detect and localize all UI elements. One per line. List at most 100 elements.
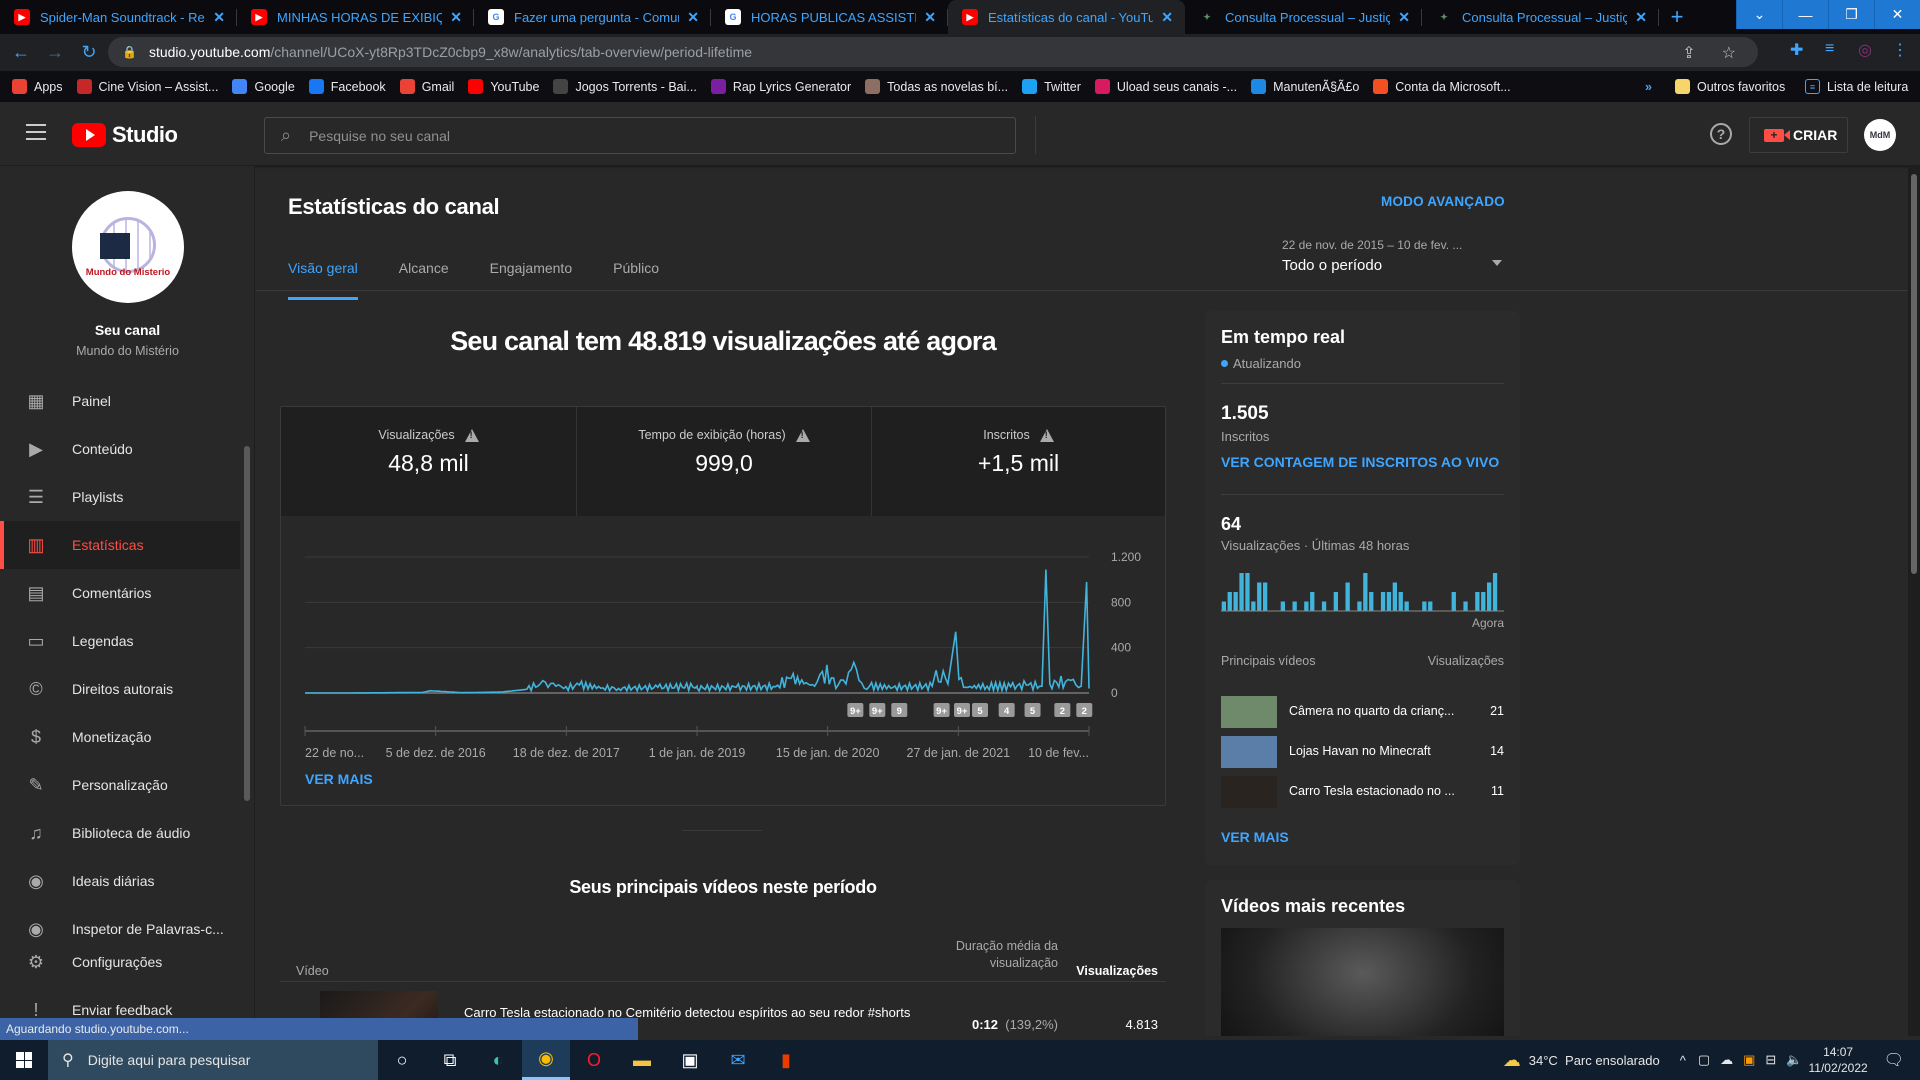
bookmark-item[interactable]: Cine Vision – Assist...: [76, 79, 218, 94]
views-bar[interactable]: [1481, 592, 1486, 611]
annotation-badge[interactable]: 2: [1076, 703, 1093, 717]
views-bar[interactable]: [1451, 592, 1456, 611]
bookmark-item[interactable]: Twitter: [1022, 79, 1081, 94]
views-bar[interactable]: [1386, 592, 1392, 611]
forward-icon[interactable]: →: [42, 40, 68, 66]
metric-views[interactable]: Visualizações 48,8 mil: [281, 407, 576, 516]
realtime-video-item[interactable]: Lojas Havan no Minecraft 14: [1221, 736, 1504, 768]
extensions-icon[interactable]: ✚: [1790, 40, 1803, 60]
views-bar[interactable]: [1221, 601, 1226, 612]
update-icon[interactable]: ▣: [1743, 1052, 1755, 1068]
bookmark-item[interactable]: Rap Lyrics Generator: [710, 79, 851, 94]
tab-alcance[interactable]: Alcance: [399, 260, 449, 300]
warning-icon[interactable]: [795, 428, 810, 442]
browser-tab[interactable]: ✦ Consulta Processual – Justiça Fe ✕: [1422, 0, 1659, 34]
close-tab-icon[interactable]: ✕: [924, 9, 936, 26]
close-tab-icon[interactable]: ✕: [687, 9, 699, 26]
search-input[interactable]: [309, 127, 960, 144]
clock[interactable]: 14:07 11/02/2022: [1809, 1044, 1868, 1076]
views-bar[interactable]: [1280, 601, 1285, 612]
browser-tab[interactable]: ▶ MINHAS HORAS DE EXIBIÇAO P ✕: [237, 0, 474, 34]
reload-icon[interactable]: ↻: [76, 40, 102, 66]
tab-visão-geral[interactable]: Visão geral: [288, 260, 358, 300]
views-bar[interactable]: [1487, 582, 1492, 612]
views-bar[interactable]: [1245, 573, 1250, 611]
video-title[interactable]: Câmera no quarto da crianç...: [1289, 704, 1464, 718]
metric-watch-time[interactable]: Tempo de exibição (horas) 999,0: [576, 407, 871, 516]
bookmark-star-icon[interactable]: ☆: [1722, 43, 1736, 63]
bookmark-item[interactable]: Google: [232, 79, 295, 94]
bookmark-item[interactable]: Conta da Microsoft...: [1373, 79, 1511, 94]
media-control-icon[interactable]: ≡: [1825, 40, 1834, 58]
channel-search[interactable]: ⌕: [264, 117, 1016, 154]
onedrive-icon[interactable]: ☁: [1720, 1052, 1733, 1068]
notifications-icon[interactable]: 🗨: [1884, 1050, 1904, 1070]
views-bar[interactable]: [1357, 601, 1362, 612]
close-tab-icon[interactable]: ✕: [1635, 9, 1647, 26]
views-bar[interactable]: [1239, 573, 1244, 611]
volume-icon[interactable]: 🔈: [1786, 1052, 1802, 1068]
views-bar[interactable]: [1404, 601, 1409, 612]
account-avatar[interactable]: MdM: [1864, 119, 1896, 151]
opera-icon[interactable]: O: [570, 1040, 618, 1080]
views-bar[interactable]: [1475, 592, 1480, 611]
close-tab-icon[interactable]: ✕: [1398, 9, 1410, 26]
views-bar[interactable]: [1363, 573, 1368, 611]
annotation-badge[interactable]: 9+: [933, 703, 950, 717]
live-subscriber-count-link[interactable]: VER CONTAGEM DE INSCRITOS AO VIVO: [1221, 454, 1504, 470]
close-tab-icon[interactable]: ✕: [450, 9, 462, 26]
restore-button[interactable]: ❐: [1828, 0, 1874, 29]
column-views[interactable]: Visualizações: [1068, 964, 1158, 978]
views-series-line[interactable]: [305, 569, 1090, 694]
address-bar[interactable]: 🔒 studio.youtube.com/channel/UCoX-yt8Rp3…: [108, 37, 1758, 67]
chrome-icon[interactable]: ◉: [522, 1040, 570, 1080]
browser-tab[interactable]: ▶ Estatísticas do canal - YouTube S ✕: [948, 0, 1185, 34]
store-icon[interactable]: ▣: [666, 1040, 714, 1080]
close-tab-icon[interactable]: ✕: [1161, 9, 1173, 26]
edge-icon[interactable]: ◐: [474, 1040, 522, 1080]
tab-engajamento[interactable]: Engajamento: [490, 260, 573, 300]
tab-search-button[interactable]: ⌄: [1736, 0, 1782, 29]
task-view-icon[interactable]: ⧉: [426, 1040, 474, 1080]
profile-extension-icon[interactable]: ◎: [1858, 40, 1872, 60]
recent-video-thumbnail[interactable]: [1221, 928, 1504, 1036]
views-48h-bar-chart[interactable]: [1221, 561, 1504, 621]
annotation-badge[interactable]: 2: [1054, 703, 1071, 717]
sidebar-item-dollar[interactable]: $ Monetização: [0, 713, 240, 761]
date-range-selector[interactable]: 22 de nov. de 2015 – 10 de fev. ... Todo…: [1282, 238, 1502, 274]
views-line-chart[interactable]: 0 400 800 1.200 22 de no... 5 de dez. de 2016…: [281, 517, 1167, 767]
views-bar[interactable]: [1257, 582, 1262, 612]
sidebar-item-copyright[interactable]: © Direitos autorais: [0, 665, 240, 713]
browser-tab[interactable]: ▶ Spider-Man Soundtrack - Respo ✕: [0, 0, 237, 34]
sidebar-item-analytics[interactable]: ▥ Estatísticas: [0, 521, 240, 569]
video-thumbnail[interactable]: [1221, 696, 1277, 728]
video-thumbnail[interactable]: [1221, 736, 1277, 768]
sidebar-item-playlists[interactable]: ☰ Playlists: [0, 473, 240, 521]
views-bar[interactable]: [1492, 573, 1498, 611]
annotation-badge[interactable]: 4: [998, 703, 1015, 717]
views-bar[interactable]: [1263, 582, 1268, 612]
sidebar-item-audio-library[interactable]: ♫ Biblioteca de áudio: [0, 809, 240, 857]
advanced-mode-link[interactable]: MODO AVANÇADO: [1381, 194, 1505, 209]
views-bar[interactable]: [1463, 601, 1468, 612]
bookmark-item[interactable]: YouTube: [468, 79, 539, 94]
see-more-link[interactable]: VER MAIS: [305, 771, 373, 787]
reading-list[interactable]: ≡ Lista de leitura: [1805, 79, 1908, 94]
sidebar-item-comments[interactable]: ▤ Comentários: [0, 569, 240, 617]
sidebar-item-subtitles[interactable]: ▭ Legendas: [0, 617, 240, 665]
sidebar-item-dashboard[interactable]: ▦ Painel: [0, 377, 240, 425]
sidebar-item-extension[interactable]: ◉ Ideais diárias: [0, 857, 240, 905]
browser-tab[interactable]: ✦ Consulta Processual – Justiça Fe ✕: [1185, 0, 1422, 34]
annotation-badge[interactable]: 9+: [869, 703, 886, 717]
office-icon[interactable]: ▮: [762, 1040, 810, 1080]
views-bar[interactable]: [1422, 601, 1427, 612]
main-scrollbar[interactable]: [1908, 166, 1920, 1036]
views-bar[interactable]: [1251, 601, 1256, 612]
views-bar[interactable]: [1233, 592, 1238, 611]
back-icon[interactable]: ←: [8, 40, 34, 66]
video-title[interactable]: Lojas Havan no Minecraft: [1289, 744, 1464, 758]
other-bookmarks[interactable]: Outros favoritos: [1675, 79, 1785, 94]
create-button[interactable]: + CRIAR: [1749, 117, 1848, 153]
annotation-badge[interactable]: 5: [972, 703, 989, 717]
show-hidden-icons[interactable]: ^: [1680, 1053, 1686, 1068]
